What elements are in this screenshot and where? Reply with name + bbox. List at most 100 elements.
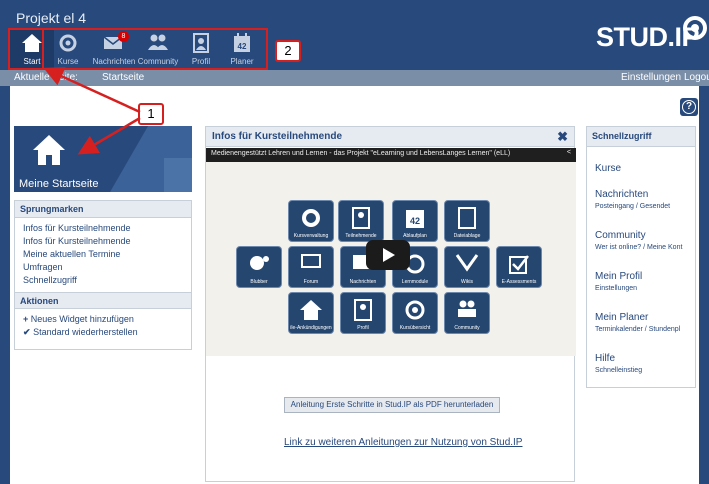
- logout-link[interactable]: Logou: [684, 72, 709, 83]
- video-title: Medienengestützt Lehren und Lernen - das…: [211, 150, 511, 157]
- quick-item-sub[interactable]: Wer ist online? / Meine Kont: [595, 244, 682, 251]
- bubbles-icon: [250, 256, 269, 270]
- video-tile-label: Dateiablage: [453, 233, 481, 239]
- jump-link[interactable]: Infos für Kursteilnehmende: [15, 235, 191, 248]
- quick-item-community[interactable]: Community Wer ist online? / Meine Kont: [595, 230, 682, 251]
- logo-circle-icon: [683, 16, 707, 40]
- play-button[interactable]: [366, 240, 410, 270]
- forum-icon: [301, 254, 321, 268]
- file-icon: [458, 207, 476, 229]
- infos-widget-title: Infos für Kursteilnehmende: [212, 131, 343, 142]
- more-guides-link[interactable]: Link zu weiteren Anleitungen zur Nutzung…: [284, 436, 524, 449]
- home-icon: [33, 135, 65, 165]
- calendar-icon: 42: [406, 210, 424, 228]
- video-tile: ile-Ankündigungen: [288, 292, 334, 334]
- video-tile-label: Blubber: [250, 279, 268, 285]
- video-tile-label: ile-Ankündigungen: [290, 325, 332, 331]
- video-tile: Blubber: [236, 246, 282, 288]
- current-page-label: Aktuelle Seite:: [14, 72, 78, 83]
- video-title-bar: Medienengestützt Lehren und Lernen - das…: [206, 148, 576, 162]
- video-tile: Forum: [288, 246, 334, 288]
- video-tile-label: Kursverwaltung: [293, 233, 329, 239]
- person-icon: [352, 207, 370, 229]
- video-tile: Wikis: [444, 246, 490, 288]
- video-tile: Community: [444, 292, 490, 334]
- video-tile-label: Kursübersicht: [399, 325, 431, 331]
- help-button[interactable]: ?: [680, 98, 698, 116]
- community-icon: [458, 300, 476, 317]
- annotation-label-1: 1: [138, 103, 164, 125]
- quick-item-profil[interactable]: Mein Profil Einstellungen: [595, 271, 642, 292]
- tile-title: Meine Startseite: [19, 178, 99, 190]
- jump-link[interactable]: Meine aktuellen Termine: [15, 248, 191, 261]
- jump-link[interactable]: Infos für Kursteilnehmende: [15, 222, 191, 235]
- video-tile: Kursverwaltung: [288, 200, 334, 242]
- infos-widget: Infos für Kursteilnehmende ✖ Medienenges…: [205, 126, 576, 482]
- quick-item-title[interactable]: Mein Planer: [595, 312, 680, 323]
- video-tile-label: Profil: [357, 325, 369, 331]
- video-tile: 42 Ablaufplan: [392, 200, 438, 242]
- infos-widget-header: Infos für Kursteilnehmende ✖: [206, 127, 574, 147]
- quick-item-sub[interactable]: Posteingang / Gesendet: [595, 203, 670, 210]
- help-icon: ?: [682, 100, 696, 114]
- quick-item-kurse[interactable]: Kurse: [595, 163, 621, 174]
- video-tile: Profil: [340, 292, 386, 334]
- svg-text:42: 42: [410, 216, 420, 226]
- reset-default-link[interactable]: ✔ Standard wiederherstellen: [15, 326, 191, 339]
- pdf-download-button[interactable]: Anleitung Erste Schritte in Stud.IP als …: [284, 397, 500, 413]
- current-page-name[interactable]: Startseite: [102, 72, 144, 83]
- annotation-box-nav: [8, 28, 268, 70]
- add-widget-link[interactable]: + Neues Widget hinzufügen: [15, 313, 191, 326]
- close-icon[interactable]: ✖: [557, 129, 568, 145]
- video-tile-label: E-Assessments: [501, 279, 537, 285]
- video-tile: Kursübersicht: [392, 292, 438, 334]
- settings-link[interactable]: Einstellungen: [621, 72, 681, 83]
- start-tile: Meine Startseite: [14, 126, 192, 192]
- video-tile-label: Ablaufplan: [403, 233, 427, 239]
- site-title: Projekt el 4: [16, 10, 87, 26]
- annotation-box-start: [8, 28, 44, 70]
- wiki-icon: [455, 254, 479, 272]
- checkbox-icon: [509, 255, 529, 274]
- quick-item-planer[interactable]: Mein Planer Terminkalender / Stundenpl: [595, 312, 680, 333]
- video-tile-label: Nachrichten: [349, 279, 377, 285]
- tile-decoration-square: [164, 158, 192, 192]
- jump-marks-list: Infos für Kursteilnehmende Infos für Kur…: [15, 218, 191, 287]
- frame-left: [0, 86, 10, 484]
- video-tile-label: Wikis: [461, 279, 473, 285]
- quick-item-title[interactable]: Mein Profil: [595, 271, 642, 282]
- reset-default-label: Standard wiederherstellen: [33, 327, 138, 337]
- video-tile: E-Assessments: [496, 246, 542, 288]
- quick-item-sub[interactable]: Schnelleinstieg: [595, 367, 642, 374]
- video-tile-label: Teilnehmende: [345, 233, 377, 239]
- quick-item-title[interactable]: Hilfe: [595, 353, 642, 364]
- quick-access-widget: Schnellzugriff Kurse Nachrichten Postein…: [586, 126, 696, 388]
- video-tile: Teilnehmende: [338, 200, 384, 242]
- gear-icon: [302, 209, 320, 227]
- quick-item-title[interactable]: Community: [595, 230, 682, 241]
- courses-icon: [405, 300, 425, 320]
- actions-list: + Neues Widget hinzufügen ✔ Standard wie…: [15, 309, 191, 339]
- frame-right: [699, 86, 709, 484]
- video-tile: Dateiablage: [444, 200, 490, 242]
- video-tile-label: Forum: [303, 279, 319, 285]
- quick-item-title[interactable]: Nachrichten: [595, 189, 670, 200]
- plus-icon: +: [23, 314, 29, 324]
- jump-link[interactable]: Umfragen: [15, 261, 191, 274]
- quick-item-nachrichten[interactable]: Nachrichten Posteingang / Gesendet: [595, 189, 670, 210]
- jump-marks-title: Sprungmarken: [15, 201, 191, 218]
- quick-item-sub[interactable]: Terminkalender / Stundenpl: [595, 326, 680, 333]
- quick-item-hilfe[interactable]: Hilfe Schnelleinstieg: [595, 353, 642, 374]
- share-icon[interactable]: <: [567, 149, 571, 156]
- context-bar: Aktuelle Seite: Startseite Einstellungen…: [0, 70, 709, 86]
- actions-title: Aktionen: [15, 292, 191, 309]
- profile-icon: [354, 299, 372, 321]
- jump-link[interactable]: Schnellzugriff: [15, 274, 191, 287]
- quick-item-title[interactable]: Kurse: [595, 163, 621, 174]
- video-tile-label: Lernmodule: [401, 279, 429, 285]
- video-player[interactable]: Medienengestützt Lehren und Lernen - das…: [206, 148, 576, 356]
- quick-access-title: Schnellzugriff: [587, 127, 695, 147]
- quick-item-sub[interactable]: Einstellungen: [595, 285, 642, 292]
- home-icon: [300, 300, 322, 320]
- annotation-label-2: 2: [275, 40, 301, 62]
